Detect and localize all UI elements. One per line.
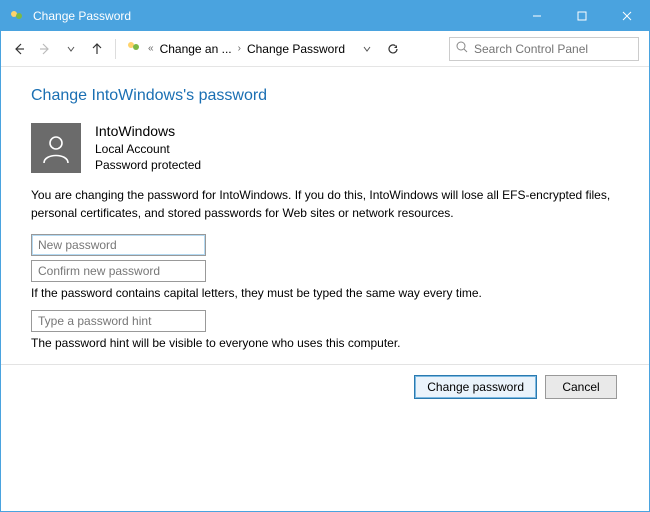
warning-text: You are changing the password for IntoWi… bbox=[31, 187, 619, 222]
search-input[interactable] bbox=[474, 42, 632, 56]
recent-locations-button[interactable] bbox=[59, 37, 83, 61]
breadcrumb-item[interactable]: Change an ... bbox=[158, 40, 234, 58]
chevron-right-icon: › bbox=[238, 43, 241, 54]
breadcrumb-item[interactable]: Change Password bbox=[245, 40, 347, 58]
account-type: Local Account bbox=[95, 141, 201, 157]
address-dropdown-button[interactable] bbox=[355, 37, 379, 61]
user-info: IntoWindows Local Account Password prote… bbox=[95, 123, 201, 173]
user-name: IntoWindows bbox=[95, 123, 201, 139]
hint-note: The password hint will be visible to eve… bbox=[31, 336, 619, 350]
minimize-button[interactable] bbox=[514, 1, 559, 31]
cancel-button[interactable]: Cancel bbox=[545, 375, 617, 399]
user-block: IntoWindows Local Account Password prote… bbox=[31, 123, 619, 173]
window-frame: Change Password « Change an ... › Change… bbox=[0, 0, 650, 512]
password-status: Password protected bbox=[95, 157, 201, 173]
user-accounts-icon bbox=[126, 39, 142, 58]
window-title: Change Password bbox=[33, 9, 514, 23]
divider bbox=[1, 364, 649, 365]
content-area: Change IntoWindows's password IntoWindow… bbox=[1, 67, 649, 511]
search-icon bbox=[456, 41, 468, 56]
change-password-button[interactable]: Change password bbox=[414, 375, 537, 399]
avatar bbox=[31, 123, 81, 173]
password-hint-input[interactable] bbox=[31, 310, 206, 332]
breadcrumb[interactable]: « Change an ... › Change Password bbox=[148, 40, 347, 58]
back-button[interactable] bbox=[7, 37, 31, 61]
titlebar: Change Password bbox=[1, 1, 649, 31]
user-accounts-icon bbox=[9, 8, 25, 24]
page-title: Change IntoWindows's password bbox=[31, 87, 619, 105]
confirm-password-input[interactable] bbox=[31, 260, 206, 282]
navigation-bar: « Change an ... › Change Password bbox=[1, 31, 649, 67]
maximize-button[interactable] bbox=[559, 1, 604, 31]
separator bbox=[115, 39, 116, 59]
close-button[interactable] bbox=[604, 1, 649, 31]
search-box[interactable] bbox=[449, 37, 639, 61]
window-controls bbox=[514, 1, 649, 31]
forward-button[interactable] bbox=[33, 37, 57, 61]
up-button[interactable] bbox=[85, 37, 109, 61]
chevron-left-icon: « bbox=[148, 43, 154, 54]
refresh-button[interactable] bbox=[381, 37, 405, 61]
action-bar: Change password Cancel bbox=[31, 375, 619, 399]
new-password-input[interactable] bbox=[31, 234, 206, 256]
caps-note: If the password contains capital letters… bbox=[31, 286, 619, 300]
